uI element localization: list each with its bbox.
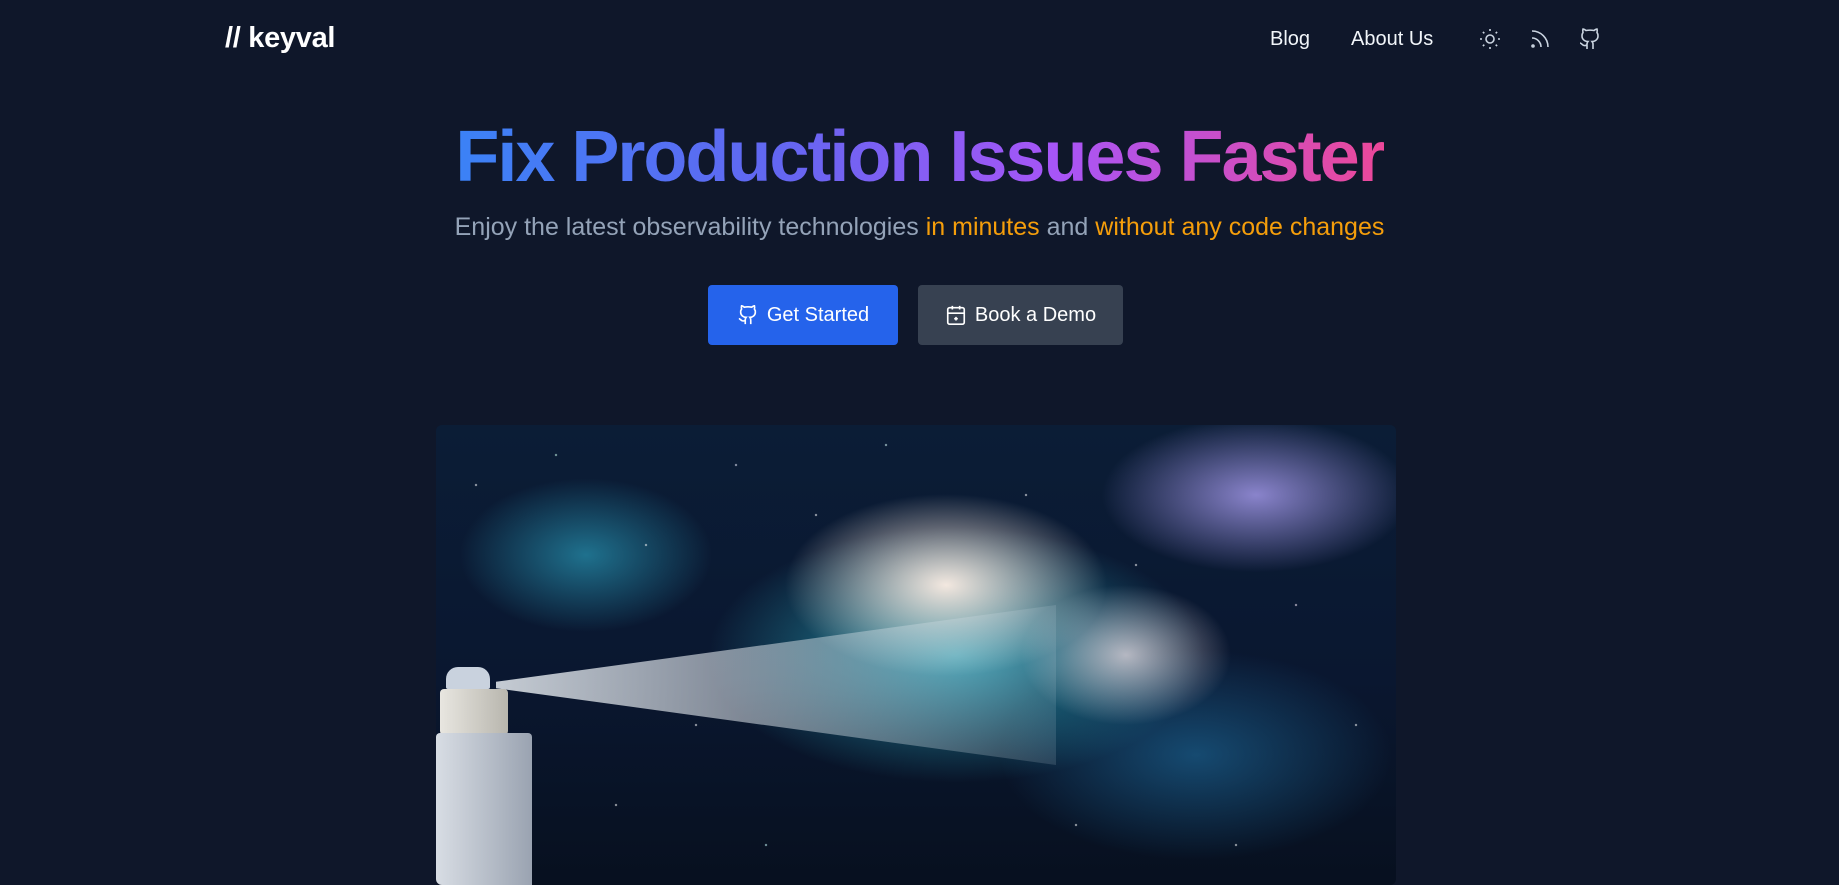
nav-link-about-us[interactable]: About Us bbox=[1351, 28, 1433, 51]
logo[interactable]: // keyval bbox=[225, 22, 335, 55]
get-started-label: Get Started bbox=[766, 303, 870, 326]
book-demo-label: Book a Demo bbox=[974, 303, 1097, 326]
sun-icon[interactable] bbox=[1478, 27, 1502, 51]
hero-title-text: Fix Production Issues Faster bbox=[455, 117, 1385, 197]
hero-lighthouse-galaxy-image bbox=[436, 425, 1396, 885]
github-icon[interactable] bbox=[1578, 27, 1602, 51]
hero-subtitle: Enjoy the latest observability technolog… bbox=[0, 213, 1839, 242]
lighthouse-tower bbox=[436, 667, 536, 885]
nav-link-blog[interactable]: Blog bbox=[1270, 28, 1310, 51]
subtitle-highlight-no-code-changes: without any code changes bbox=[1095, 213, 1385, 241]
calendar-plus-icon bbox=[946, 305, 965, 325]
subtitle-highlight-in-minutes: in minutes bbox=[925, 213, 1040, 241]
subtitle-part-1: Enjoy the latest observability technolog… bbox=[454, 213, 926, 241]
get-started-button[interactable]: Get Started bbox=[708, 285, 898, 345]
hero-title: Fix Production Issues Faster bbox=[0, 112, 1839, 202]
github-icon bbox=[738, 305, 757, 325]
rss-icon[interactable] bbox=[1528, 27, 1552, 51]
subtitle-part-2: and bbox=[1039, 213, 1096, 241]
book-demo-button[interactable]: Book a Demo bbox=[918, 285, 1123, 345]
top-nav: // keyval Blog About Us bbox=[0, 0, 1839, 80]
